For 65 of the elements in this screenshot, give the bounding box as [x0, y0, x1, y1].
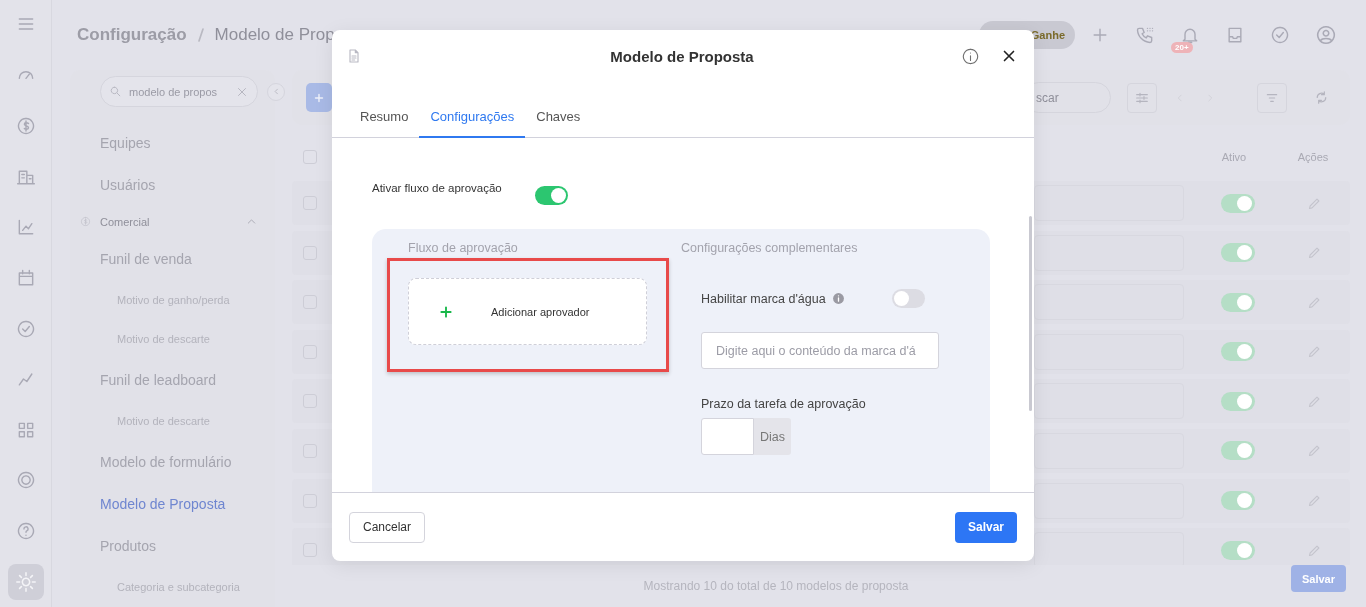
- target-icon: [15, 470, 36, 491]
- save-button[interactable]: Salvar: [955, 511, 1017, 543]
- toggle-switch[interactable]: [891, 289, 925, 308]
- toggle-switch[interactable]: [535, 186, 568, 205]
- collapse-button[interactable]: [267, 82, 285, 101]
- search-field[interactable]: modelo de propos: [100, 76, 258, 107]
- field-label: Habilitar marca d'água: [701, 291, 826, 306]
- toggle-switch[interactable]: [1221, 193, 1255, 213]
- breadcrumb-item[interactable]: Modelo de Prop: [214, 25, 335, 45]
- notification-badge: 20+: [1171, 42, 1193, 53]
- info-icon[interactable]: [961, 46, 980, 66]
- modal-title: Modelo de Proposta: [610, 47, 754, 65]
- edit-icon[interactable]: [1307, 443, 1322, 459]
- settings-nav-button[interactable]: [7, 563, 44, 600]
- sidebar-item[interactable]: Modelo de formulário: [100, 453, 232, 470]
- sidebar-item[interactable]: Modelo de Proposta: [100, 496, 226, 513]
- toggle-switch[interactable]: [1221, 540, 1255, 560]
- input-field[interactable]: Digite aqui o conteúdo da marca d'á: [701, 332, 939, 369]
- section-title: Configurações complementares: [681, 241, 859, 255]
- sidebar-item[interactable]: Usuários: [100, 177, 156, 193]
- filter-settings-button[interactable]: [1127, 82, 1157, 113]
- toggle-switch[interactable]: [1221, 243, 1255, 263]
- toggle-switch[interactable]: [1221, 342, 1255, 362]
- scrollbar-thumb[interactable]: [1029, 216, 1032, 411]
- help-icon: [15, 521, 36, 542]
- toggle-switch[interactable]: [1221, 391, 1255, 411]
- save-button[interactable]: Salvar: [1291, 565, 1346, 592]
- input-field[interactable]: [701, 418, 754, 455]
- breadcrumb-separator-icon: [196, 27, 205, 43]
- dollar-icon: [80, 216, 91, 228]
- search-icon: [109, 85, 122, 98]
- sidebar-item[interactable]: Funil de leadboard: [100, 372, 216, 388]
- add-approver-button[interactable]: Adicionar aprovador: [408, 278, 647, 345]
- edit-icon[interactable]: [1307, 493, 1322, 509]
- check-circle-icon: [15, 318, 36, 339]
- toggle-switch[interactable]: [1221, 292, 1255, 312]
- dollar-icon: [15, 115, 36, 136]
- info-icon[interactable]: [831, 292, 845, 305]
- edit-icon[interactable]: [1307, 245, 1322, 261]
- cancel-button[interactable]: Cancelar: [349, 511, 425, 543]
- column-header: Ações: [1296, 151, 1330, 163]
- user-avatar-icon[interactable]: [1314, 24, 1337, 46]
- check-circle-icon[interactable]: [1269, 25, 1290, 45]
- field-label: Prazo da tarefa de aprovação: [701, 397, 867, 411]
- sidebar-item[interactable]: Equipes: [100, 134, 151, 151]
- field-label: Ativar fluxo de aprovação: [372, 182, 503, 194]
- filter-button[interactable]: [1257, 82, 1287, 113]
- column-header: Ativo: [1220, 151, 1248, 163]
- tab[interactable]: Chaves: [525, 102, 592, 138]
- section-header[interactable]: Comercial: [100, 215, 150, 228]
- section-title: Fluxo de aprovação: [407, 241, 519, 255]
- breadcrumb-item[interactable]: Configuração: [77, 25, 187, 45]
- plus-icon: [439, 304, 453, 319]
- tab[interactable]: Resumo: [349, 102, 420, 138]
- settings-icon: [14, 570, 37, 593]
- toggle-switch[interactable]: [1221, 441, 1255, 461]
- phone-icon[interactable]: [1134, 25, 1155, 45]
- add-button[interactable]: [306, 83, 332, 112]
- toggle-switch[interactable]: [1221, 491, 1255, 511]
- edit-icon[interactable]: [1307, 344, 1322, 360]
- document-icon: [346, 48, 362, 64]
- tab[interactable]: Configurações: [419, 102, 526, 138]
- sidebar-item[interactable]: Funil de venda: [100, 250, 192, 267]
- unit-addon: Dias: [754, 418, 791, 455]
- sidebar-item[interactable]: Produtos: [100, 538, 157, 555]
